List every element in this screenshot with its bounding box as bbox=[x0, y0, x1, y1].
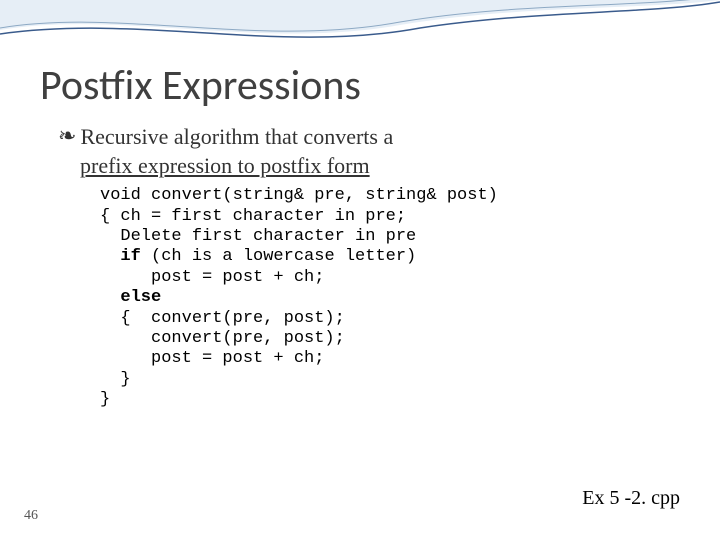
code-block: void convert(string& pre, string& post) … bbox=[100, 186, 680, 410]
code-l11: } bbox=[100, 390, 110, 409]
code-l10: } bbox=[100, 370, 131, 389]
code-l4b: (ch is a lowercase letter) bbox=[141, 247, 416, 266]
page-number: 46 bbox=[24, 508, 38, 524]
code-kw-if: if bbox=[120, 247, 140, 266]
code-l2: { ch = first character in pre; bbox=[100, 207, 406, 226]
code-kw-else: else bbox=[120, 288, 161, 307]
code-l8: convert(pre, post); bbox=[100, 329, 345, 348]
code-l7: { convert(pre, post); bbox=[100, 309, 345, 328]
code-l5: post = post + ch; bbox=[100, 268, 324, 287]
bullet-line-1: Recursive algorithm that converts a bbox=[80, 124, 393, 149]
bullet-line-2: prefix expression to postfix form bbox=[80, 153, 370, 178]
bullet-icon: ❧ bbox=[58, 122, 76, 151]
slide-title: Postfix Expressions bbox=[40, 60, 680, 111]
bullet-sub: prefix expression to postfix form bbox=[80, 152, 680, 181]
code-l1: void convert(string& pre, string& post) bbox=[100, 186, 498, 205]
footer-reference: Ex 5 -2. cpp bbox=[582, 487, 680, 510]
code-l3: Delete first character in pre bbox=[100, 227, 416, 246]
code-l9: post = post + ch; bbox=[100, 349, 324, 368]
bullet-main: ❧Recursive algorithm that converts a bbox=[58, 123, 680, 152]
code-l4a bbox=[100, 247, 120, 266]
code-l6a bbox=[100, 288, 120, 307]
